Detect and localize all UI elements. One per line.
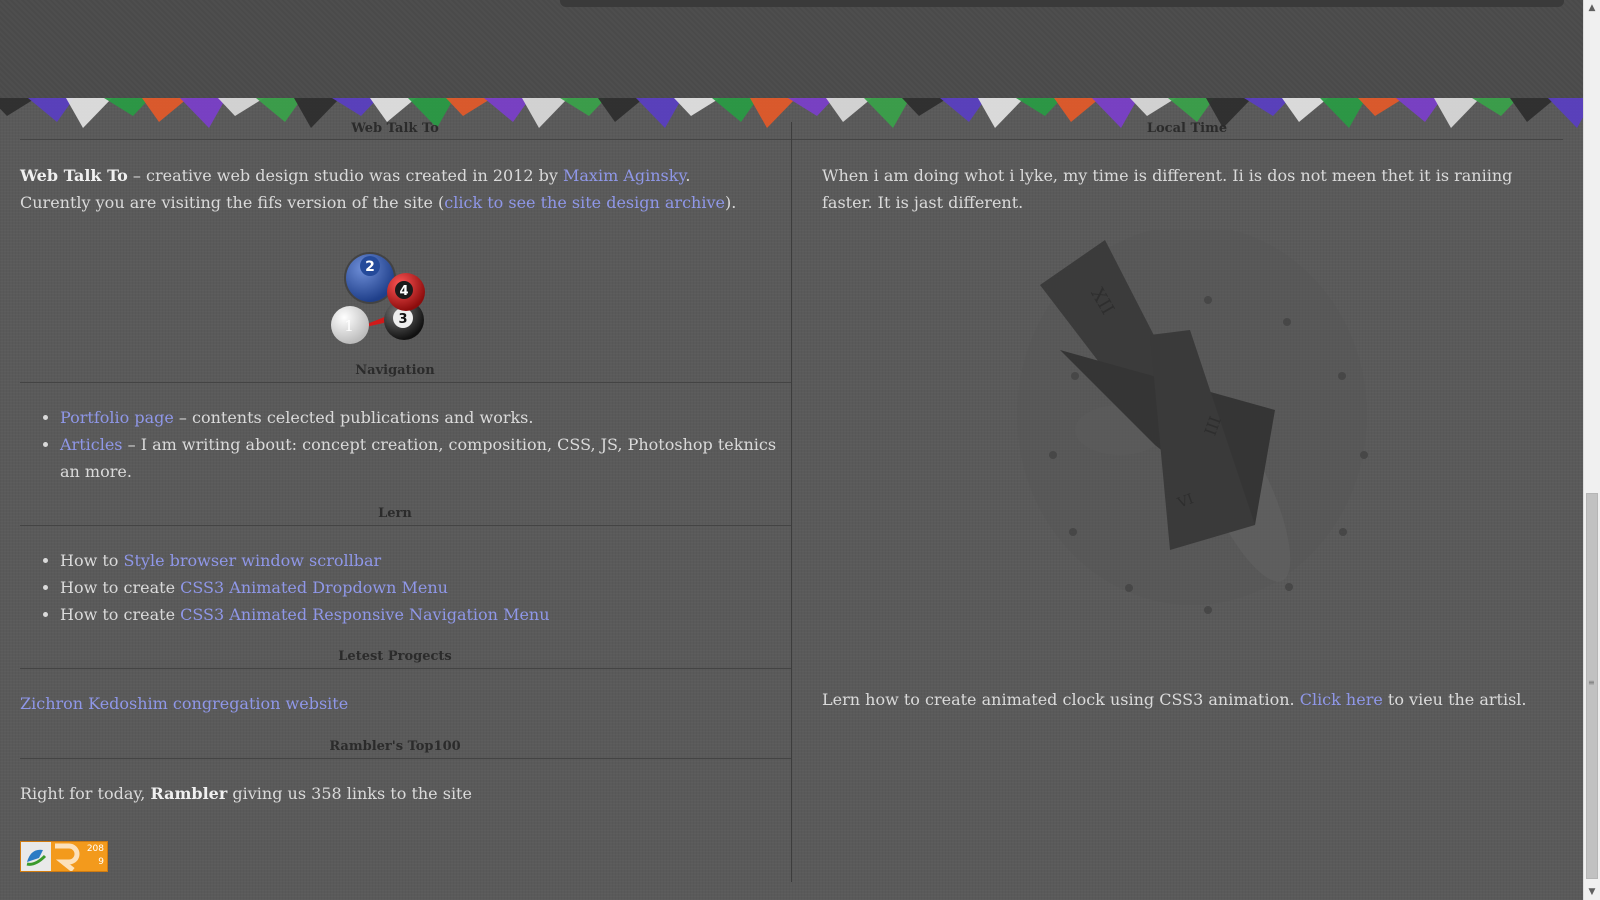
svg-text:2: 2 bbox=[365, 259, 375, 275]
intro-text: ). bbox=[724, 193, 737, 212]
portfolio-link[interactable]: Portfolio page bbox=[60, 408, 174, 427]
list-item-text: – I am writing about: concept creation, … bbox=[60, 435, 777, 481]
list-item-text: How to bbox=[60, 551, 124, 570]
list-item-text: How to create bbox=[60, 605, 181, 624]
list-item: How to create CSS3 Animated Dropdown Men… bbox=[60, 574, 780, 601]
projects-paragraph: Zichron Kedoshim congregation website bbox=[20, 690, 760, 717]
list-item: Articles – I am writing about: concept c… bbox=[60, 431, 780, 485]
divider bbox=[20, 139, 791, 140]
navigation-list: Portfolio page – contents celected publi… bbox=[20, 404, 780, 485]
dropdown-menu-tutorial-link[interactable]: CSS3 Animated Dropdown Menu bbox=[180, 578, 448, 597]
rambler-text: giving us 358 links to the site bbox=[227, 784, 472, 803]
rambler-counter-badge[interactable]: 208 9 bbox=[20, 841, 108, 872]
scrollbar-grip-icon: ≡ bbox=[1588, 678, 1595, 687]
rambler-text: Right for today, bbox=[20, 784, 151, 803]
column-divider bbox=[791, 122, 792, 882]
local-time-paragraph: When i am doing whot i lyke, my time is … bbox=[822, 166, 1513, 212]
rambler-paragraph: Right for today, Rambler giving us 358 l… bbox=[20, 780, 760, 807]
scrollbar-tutorial-link[interactable]: Style browser window scrollbar bbox=[124, 551, 382, 570]
lern-list: How to Style browser window scrollbar Ho… bbox=[20, 547, 780, 628]
list-item: How to Style browser window scrollbar bbox=[60, 547, 780, 574]
clock-tutorial-paragraph: Lern how to create animated clock using … bbox=[822, 686, 1567, 713]
divider bbox=[20, 525, 791, 526]
projects-heading: Letest Progects bbox=[338, 649, 452, 664]
scroll-down-arrow-icon[interactable]: ▼ bbox=[1584, 884, 1600, 900]
rambler-heading: Rambler's Top100 bbox=[329, 739, 461, 754]
rambler-name: Rambler bbox=[150, 784, 228, 803]
svg-text:3: 3 bbox=[398, 312, 407, 327]
clock-tutorial-text: Lern how to create animated clock using … bbox=[822, 690, 1300, 709]
page-scrollbar[interactable]: ▲ ≡ ▼ bbox=[1583, 0, 1600, 900]
divider bbox=[792, 139, 1563, 140]
counter-top: 208 bbox=[86, 844, 104, 854]
scroll-up-arrow-icon[interactable]: ▲ bbox=[1584, 0, 1600, 16]
divider bbox=[20, 668, 791, 669]
list-item-text: How to create bbox=[60, 578, 181, 597]
clock-tutorial-text: to vieu the artisl. bbox=[1382, 690, 1527, 709]
local-time-heading: Local Time bbox=[1146, 121, 1228, 136]
author-link[interactable]: Maxim Aginsky bbox=[563, 166, 685, 185]
divider bbox=[20, 758, 791, 759]
navigation-logo-icon[interactable]: 2 3 4 1 bbox=[330, 248, 440, 354]
header-band bbox=[0, 0, 1583, 98]
analog-clock-icon: XII III VI bbox=[1017, 230, 1368, 614]
counter-bottom: 9 bbox=[98, 857, 104, 867]
articles-link[interactable]: Articles bbox=[60, 435, 123, 454]
list-item-text: – contents celected publications and wor… bbox=[173, 408, 534, 427]
header-bar bbox=[560, 0, 1564, 7]
list-item: Portfolio page – contents celected publi… bbox=[60, 404, 780, 431]
rambler-logo-icon bbox=[21, 842, 51, 871]
project-link[interactable]: Zichron Kedoshim congregation website bbox=[20, 694, 348, 713]
archive-link[interactable]: click to see the site design archive bbox=[444, 193, 725, 212]
brand-name: Web Talk To bbox=[20, 166, 128, 185]
svg-text:4: 4 bbox=[399, 284, 408, 299]
section-title-web-talk-to: Web Talk To bbox=[351, 121, 439, 136]
intro-text: – creative web design studio was created… bbox=[127, 166, 563, 185]
rambler-r-icon bbox=[55, 843, 80, 871]
navigation-heading: Navigation bbox=[355, 363, 435, 378]
svg-text:1: 1 bbox=[344, 317, 354, 335]
clock-tutorial-link[interactable]: Click here bbox=[1300, 690, 1383, 709]
divider bbox=[20, 382, 791, 383]
responsive-nav-tutorial-link[interactable]: CSS3 Animated Responsive Navigation Menu bbox=[180, 605, 549, 624]
list-item: How to create CSS3 Animated Responsive N… bbox=[60, 601, 780, 628]
intro-paragraph: Web Talk To – creative web design studio… bbox=[20, 162, 760, 216]
lern-heading: Lern bbox=[378, 506, 412, 521]
